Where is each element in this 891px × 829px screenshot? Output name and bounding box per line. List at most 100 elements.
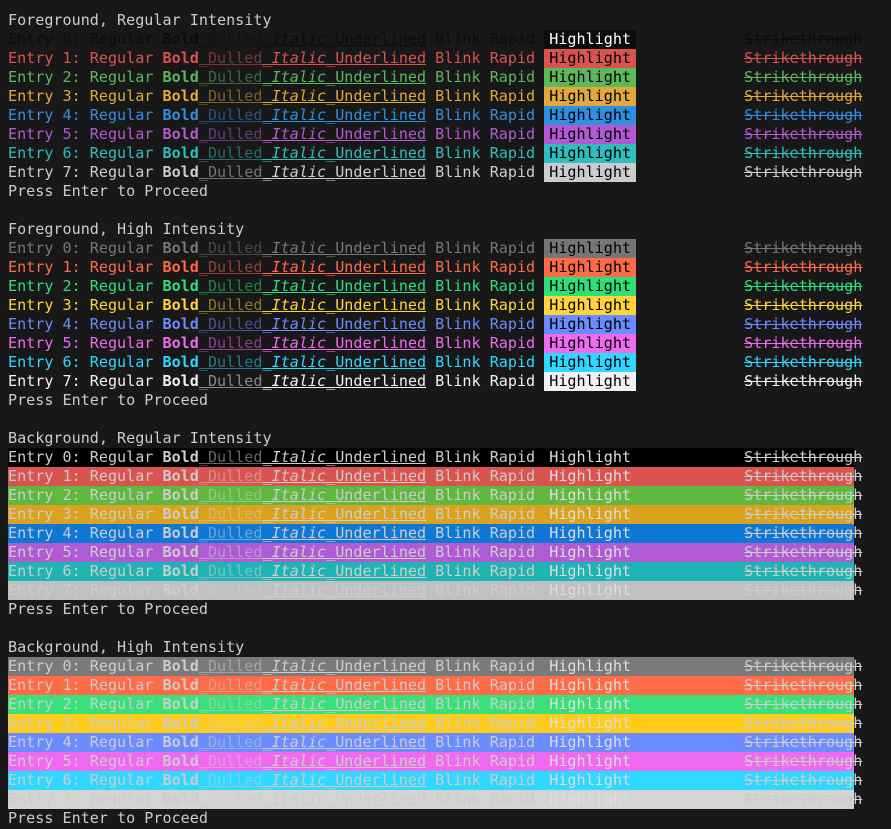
underline-join: _ [326, 733, 336, 751]
entry-label: Entry 7: Regular [8, 163, 154, 181]
rapid-sample: Rapid [489, 334, 536, 352]
underline-join: _ [262, 448, 272, 466]
dulled-sample: Dulled [207, 239, 263, 257]
press-enter-prompt: Press Enter to Proceed [8, 391, 862, 410]
entry-row: Entry 1: Regular Bold_Dulled_Italic_Unde… [8, 49, 862, 68]
dulled-sample: Dulled [207, 296, 263, 314]
highlight-sample: Highlight [544, 258, 637, 277]
section-title: Foreground, High Intensity [8, 220, 862, 239]
strikethrough-sample: Strikethrough [744, 315, 863, 333]
underlined-sample: Underlined [335, 163, 427, 181]
dulled-sample: Dulled [207, 486, 263, 504]
underline-join: _ [326, 334, 336, 352]
underline-join: _ [198, 752, 208, 770]
bold-sample: Bold [162, 296, 199, 314]
bold-sample: Bold [162, 106, 199, 124]
italic-sample: Italic [271, 733, 327, 751]
strikethrough-sample: Strikethrough [744, 486, 863, 504]
blink-sample: Blink [435, 695, 481, 713]
underline-join: _ [326, 752, 336, 770]
entry-row: Entry 5: Regular Bold_Dulled_Italic_Unde… [8, 334, 862, 353]
underline-join: _ [198, 277, 208, 295]
dulled-sample: Dulled [207, 752, 263, 770]
rapid-sample: Rapid [489, 277, 536, 295]
underlined-sample: Underlined [335, 657, 427, 675]
italic-sample: Italic [271, 353, 327, 371]
rapid-sample: Rapid [489, 733, 536, 751]
italic-sample: Italic [271, 125, 327, 143]
underlined-sample: Underlined [335, 581, 427, 599]
terminal-output[interactable]: Foreground, Regular Intensity Entry 0: Re… [8, 11, 862, 828]
entry-label: Entry 1: Regular [8, 467, 154, 485]
underlined-sample: Underlined [335, 505, 427, 523]
underline-join: _ [326, 125, 336, 143]
entry-label: Entry 3: Regular [8, 87, 154, 105]
italic-sample: Italic [271, 144, 327, 162]
underline-join: _ [198, 543, 208, 561]
blink-sample: Blink [435, 277, 481, 295]
highlight-sample: Highlight [544, 790, 637, 809]
underline-join: _ [262, 144, 272, 162]
rapid-sample: Rapid [489, 239, 536, 257]
dulled-sample: Dulled [207, 448, 263, 466]
bold-sample: Bold [162, 695, 199, 713]
underline-join: _ [198, 486, 208, 504]
highlight-sample: Highlight [544, 144, 637, 163]
dulled-sample: Dulled [207, 68, 263, 86]
underlined-sample: Underlined [335, 733, 427, 751]
underline-join: _ [326, 30, 336, 48]
underlined-sample: Underlined [335, 277, 427, 295]
underlined-sample: Underlined [335, 790, 427, 808]
press-enter-text: Press Enter to Proceed [8, 809, 208, 827]
underlined-sample: Underlined [335, 543, 427, 561]
underline-join: _ [262, 125, 272, 143]
underline-join: _ [262, 315, 272, 333]
rapid-sample: Rapid [489, 87, 536, 105]
bold-sample: Bold [162, 372, 199, 390]
underline-join: _ [198, 49, 208, 67]
entry-row: Entry 1: Regular Bold_Dulled_Italic_Unde… [8, 676, 862, 695]
dulled-sample: Dulled [207, 733, 263, 751]
section-title-text: Foreground, High Intensity [8, 220, 245, 238]
highlight-sample: Highlight [544, 106, 637, 125]
underline-join: _ [198, 714, 208, 732]
rapid-sample: Rapid [489, 657, 536, 675]
highlight-sample: Highlight [544, 486, 637, 505]
underline-join: _ [326, 676, 336, 694]
bold-sample: Bold [162, 258, 199, 276]
strikethrough-sample: Strikethrough [744, 543, 863, 561]
underline-join: _ [262, 733, 272, 751]
entry-label: Entry 6: Regular [8, 353, 154, 371]
entry-label: Entry 3: Regular [8, 296, 154, 314]
